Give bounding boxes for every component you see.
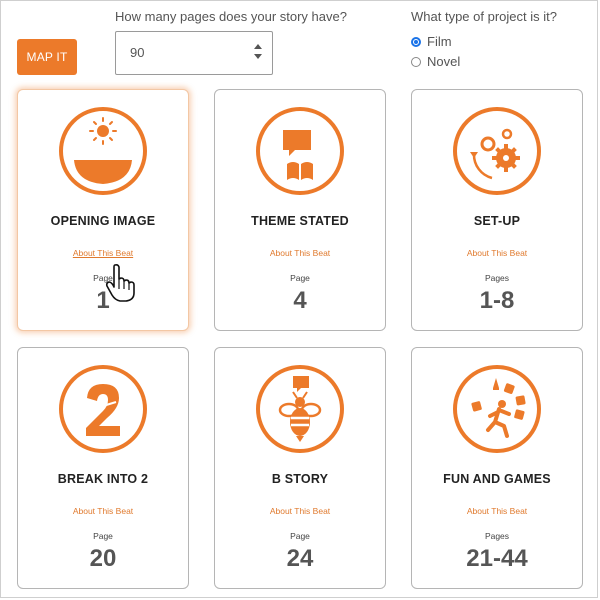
number-two-icon [58, 364, 148, 454]
beat-card-set-up[interactable]: SET-UP About This Beat Pages 1-8 [411, 89, 583, 331]
pages-stepper[interactable] [252, 42, 264, 64]
about-this-beat-link[interactable]: About This Beat [18, 506, 188, 516]
beat-card-theme-stated[interactable]: THEME STATED About This Beat Page 4 [214, 89, 386, 331]
gears-icon [452, 106, 542, 196]
radio-novel-unselected[interactable] [411, 56, 421, 67]
radio-film-selected[interactable] [411, 36, 421, 47]
project-type-question-label: What type of project is it? [411, 9, 557, 24]
map-it-button[interactable]: MAP IT [17, 39, 77, 75]
speech-book-icon [255, 106, 345, 196]
page-label: Page [290, 531, 310, 541]
page-number: 24 [286, 545, 314, 572]
pages-input-value: 90 [130, 45, 145, 60]
beat-title: B STORY [271, 472, 329, 486]
radio-option-film[interactable]: Film [411, 34, 452, 49]
radio-film-label: Film [427, 34, 452, 49]
stepper-up-icon[interactable] [254, 44, 262, 49]
beat-title: THEME STATED [251, 214, 349, 228]
stepper-down-icon[interactable] [254, 54, 262, 59]
beat-card-opening-image[interactable]: OPENING IMAGE About This Beat Page 1 [17, 89, 189, 331]
page-number: 1 [96, 287, 110, 314]
page-number: 4 [293, 287, 307, 314]
beat-card-fun-and-games[interactable]: FUN AND GAMES About This Beat Pages 21-4… [411, 347, 583, 589]
beat-title: BREAK INTO 2 [57, 472, 149, 486]
about-this-beat-link[interactable]: About This Beat [215, 506, 385, 516]
radio-option-novel[interactable]: Novel [411, 54, 460, 69]
radio-novel-label: Novel [427, 54, 461, 69]
running-person-icon [452, 364, 542, 454]
page-range: 1-8 [479, 287, 515, 314]
page-range: 21-44 [466, 545, 528, 572]
pages-question-label: How many pages does your story have? [115, 9, 347, 24]
pages-label: Pages [484, 273, 510, 283]
page-label: Page [93, 531, 113, 541]
beat-sheet-panel: MAP IT How many pages does your story ha… [0, 0, 598, 598]
sunrise-icon [58, 106, 148, 196]
beat-title: SET-UP [473, 214, 521, 228]
about-this-beat-link[interactable]: About This Beat [18, 248, 188, 258]
page-label: Page [290, 273, 310, 283]
about-this-beat-link[interactable]: About This Beat [215, 248, 385, 258]
pages-number-input[interactable]: 90 [115, 31, 273, 75]
page-label: Page [93, 273, 113, 283]
beat-title: FUN AND GAMES [443, 472, 551, 486]
bee-icon [255, 364, 345, 454]
about-this-beat-link[interactable]: About This Beat [412, 506, 582, 516]
hand-pointer-cursor-icon [105, 263, 139, 303]
beat-card-b-story[interactable]: B STORY About This Beat Page 24 [214, 347, 386, 589]
page-number: 20 [89, 545, 117, 572]
beat-title: OPENING IMAGE [50, 214, 156, 228]
pages-label: Pages [484, 531, 510, 541]
about-this-beat-link[interactable]: About This Beat [412, 248, 582, 258]
beat-card-break-into-2[interactable]: BREAK INTO 2 About This Beat Page 20 [17, 347, 189, 589]
